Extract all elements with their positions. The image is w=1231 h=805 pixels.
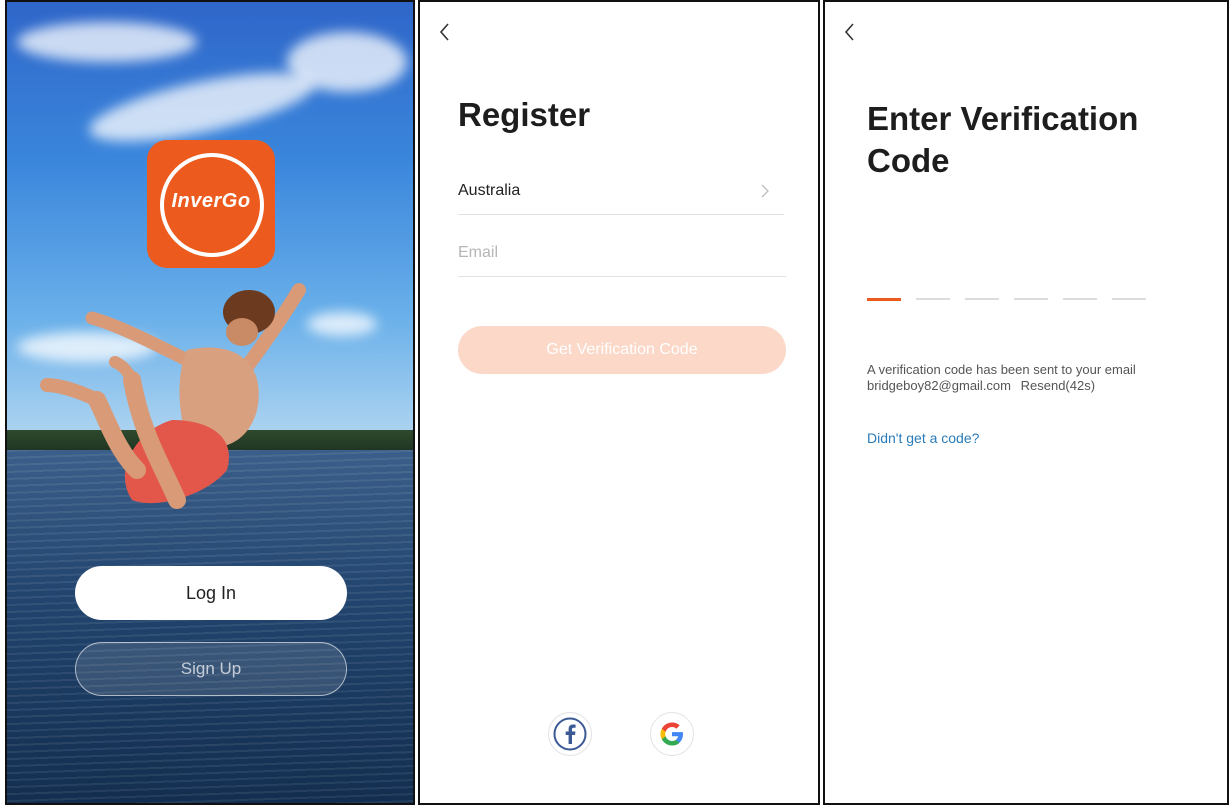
signup-button[interactable]: Sign Up	[75, 642, 347, 696]
email-field[interactable]	[458, 244, 778, 262]
code-slot	[1112, 298, 1146, 300]
facebook-icon	[553, 717, 587, 751]
get-verification-code-button[interactable]: Get Verification Code	[458, 326, 786, 374]
country-value: Australia	[458, 182, 521, 199]
google-icon	[660, 722, 683, 746]
splash-screen: InverGo Log In Sign Up	[5, 0, 415, 805]
chevron-right-icon	[761, 184, 769, 198]
code-slot	[965, 298, 999, 300]
chevron-left-icon[interactable]	[436, 20, 454, 44]
register-screen: Register Australia Get Verification Code	[418, 0, 820, 805]
logo-text: InverGo	[171, 190, 251, 212]
cloud	[287, 32, 407, 92]
jumping-person-image	[40, 283, 306, 509]
code-slot	[867, 298, 901, 301]
page-title: Enter Verification Code	[867, 100, 1139, 179]
page-title: Register	[458, 96, 591, 133]
verification-info: A verification code has been sent to you…	[867, 362, 1136, 394]
google-login-button[interactable]	[650, 712, 694, 756]
code-slot	[1014, 298, 1048, 300]
chevron-left-icon[interactable]	[841, 20, 859, 44]
resend-link[interactable]: Resend(42s)	[1021, 378, 1095, 393]
cloud	[17, 22, 197, 62]
email-field-row	[458, 236, 786, 277]
login-button[interactable]: Log In	[75, 566, 347, 620]
email-address: bridgeboy82@gmail.com	[867, 378, 1011, 393]
app-logo: InverGo	[147, 140, 275, 268]
facebook-login-button[interactable]	[548, 712, 592, 756]
info-text: A verification code has been sent to you…	[867, 362, 1136, 377]
no-code-link[interactable]: Didn't get a code?	[867, 430, 979, 446]
code-slot	[1063, 298, 1097, 300]
verification-code-input[interactable]	[867, 298, 1167, 304]
country-selector[interactable]: Australia	[458, 172, 784, 215]
verification-screen: Enter Verification Code A verification c…	[823, 0, 1229, 805]
code-slot	[916, 298, 950, 300]
